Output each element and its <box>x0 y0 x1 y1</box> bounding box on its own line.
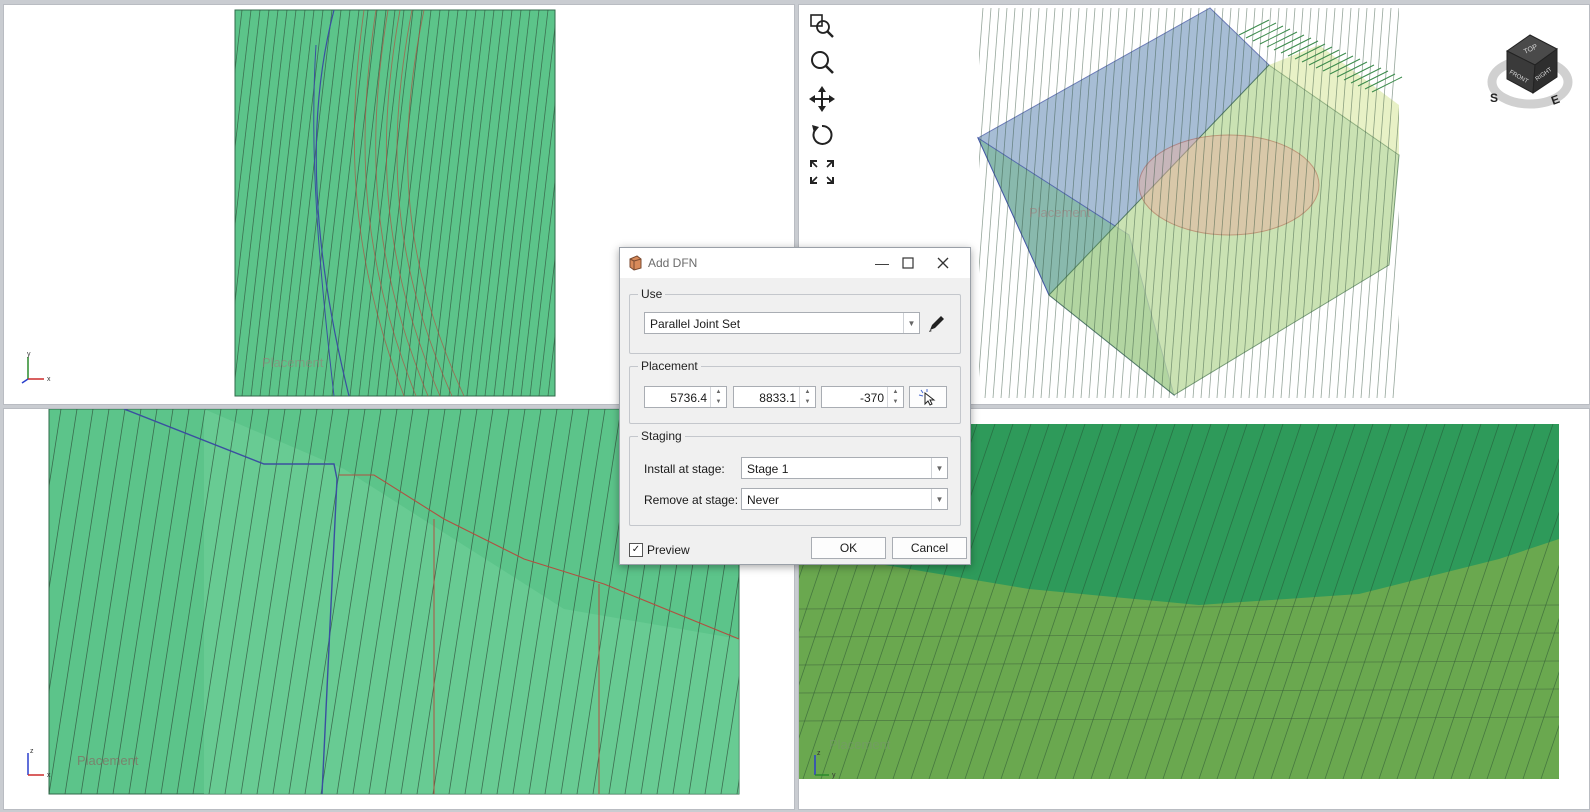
axis-y-label: y <box>27 351 31 358</box>
joint-trace <box>1259 28 1291 45</box>
app-icon <box>629 255 642 271</box>
maximize-icon[interactable] <box>896 252 920 274</box>
axis-x-label: x <box>47 772 51 779</box>
spin-buttons[interactable]: ▲ ▼ <box>887 387 903 407</box>
close-icon[interactable] <box>931 252 955 274</box>
joint-trace <box>979 8 1000 274</box>
spin-buttons[interactable]: ▲ ▼ <box>710 387 726 407</box>
preview-checkbox[interactable]: ✓ <box>629 543 643 557</box>
joint-trace <box>1273 34 1305 51</box>
joint-trace <box>1392 314 1399 398</box>
placement-legend: Placement <box>638 359 701 373</box>
placement-x-input[interactable]: 5736.4 ▲ ▼ <box>644 386 727 408</box>
placement-y-input[interactable]: 8833.1 ▲ ▼ <box>733 386 816 408</box>
joint-trace <box>1577 424 1589 779</box>
viewport-label: Placement <box>262 355 324 370</box>
axis-triad-icon: z x <box>27 748 51 779</box>
joint-trace <box>170 10 215 396</box>
install-stage-value: Stage 1 <box>747 462 789 476</box>
use-legend: Use <box>638 287 666 301</box>
ok-button[interactable]: OK <box>811 537 886 559</box>
zoom-extents-icon[interactable] <box>809 159 835 185</box>
joint-trace <box>1558 777 1559 779</box>
placement-z-input[interactable]: -370 ▲ ▼ <box>821 386 904 408</box>
axis-z-label: z <box>817 750 821 757</box>
joint-trace <box>566 10 611 396</box>
joint-trace <box>4 409 29 794</box>
joint-trace <box>1433 8 1463 398</box>
remove-stage-label: Remove at stage: <box>644 493 739 507</box>
rotate-icon[interactable] <box>809 122 835 148</box>
joint-trace <box>4 409 45 794</box>
viewport-label: Placement <box>1029 205 1091 220</box>
minimize-icon[interactable]: — <box>870 252 894 274</box>
axis-y-label: y <box>832 772 836 779</box>
joint-trace <box>1401 8 1431 398</box>
placement-y-value: 8833.1 <box>759 391 796 405</box>
dfn-type-value: Parallel Joint Set <box>650 317 741 331</box>
placement-group: Placement 5736.4 ▲ ▼ 8833.1 ▲ ▼ -370 ▲ ▼ <box>629 359 961 424</box>
edit-pencil-icon[interactable] <box>926 312 948 334</box>
joint-trace <box>557 10 602 396</box>
chevron-down-icon[interactable]: ▼ <box>903 313 919 333</box>
staging-group: Staging Install at stage: Stage 1 ▼ Remo… <box>629 429 961 526</box>
dialog-title-bar[interactable]: Add DFN — <box>620 248 970 278</box>
joint-trace <box>1409 8 1439 398</box>
joint-trace <box>1371 76 1403 93</box>
preview-label: Preview <box>647 543 690 557</box>
joint-trace <box>979 8 1008 378</box>
add-dfn-dialog: Add DFN — Use Parallel Joint Set ▼ Place… <box>619 247 971 565</box>
axis-triad-icon: y x <box>21 351 51 384</box>
dialog-title: Add DFN <box>648 256 698 270</box>
remove-stage-select[interactable]: Never ▼ <box>741 488 948 510</box>
compass-south: S <box>1490 91 1498 105</box>
joint-trace <box>1425 8 1455 398</box>
navigation-cube[interactable]: TOP FRONT RIGHT S E <box>1485 27 1575 117</box>
use-group: Use Parallel Joint Set ▼ <box>629 287 961 354</box>
viewport-label: Placement <box>77 753 139 768</box>
joint-trace <box>1252 25 1284 42</box>
chevron-down-icon[interactable]: ▼ <box>931 489 947 509</box>
install-stage-select[interactable]: Stage 1 ▼ <box>741 457 948 479</box>
cancel-button[interactable]: Cancel <box>892 537 967 559</box>
joint-trace <box>1417 8 1447 398</box>
pan-icon[interactable] <box>809 86 835 112</box>
zoom-window-icon[interactable] <box>809 13 835 39</box>
axis-z-label: z <box>30 748 34 755</box>
axis-triad-icon: z y <box>814 750 836 779</box>
joint-trace <box>188 10 233 396</box>
spin-buttons[interactable]: ▲ ▼ <box>799 387 815 407</box>
placement-z-value: -370 <box>859 391 884 405</box>
chevron-down-icon[interactable]: ▼ <box>931 458 947 478</box>
dfn-type-select[interactable]: Parallel Joint Set ▼ <box>644 312 920 334</box>
remove-stage-value: Never <box>747 493 780 507</box>
joint-trace <box>575 10 620 396</box>
placement-x-value: 5736.4 <box>670 391 707 405</box>
joint-trace <box>179 10 224 396</box>
axis-x-label: x <box>47 376 51 383</box>
staging-legend: Staging <box>638 429 685 443</box>
pick-location-button[interactable] <box>909 386 947 408</box>
joint-trace <box>1441 8 1471 398</box>
install-stage-label: Install at stage: <box>644 462 725 476</box>
pick-cursor-icon <box>918 389 936 406</box>
zoom-icon[interactable] <box>809 49 835 75</box>
